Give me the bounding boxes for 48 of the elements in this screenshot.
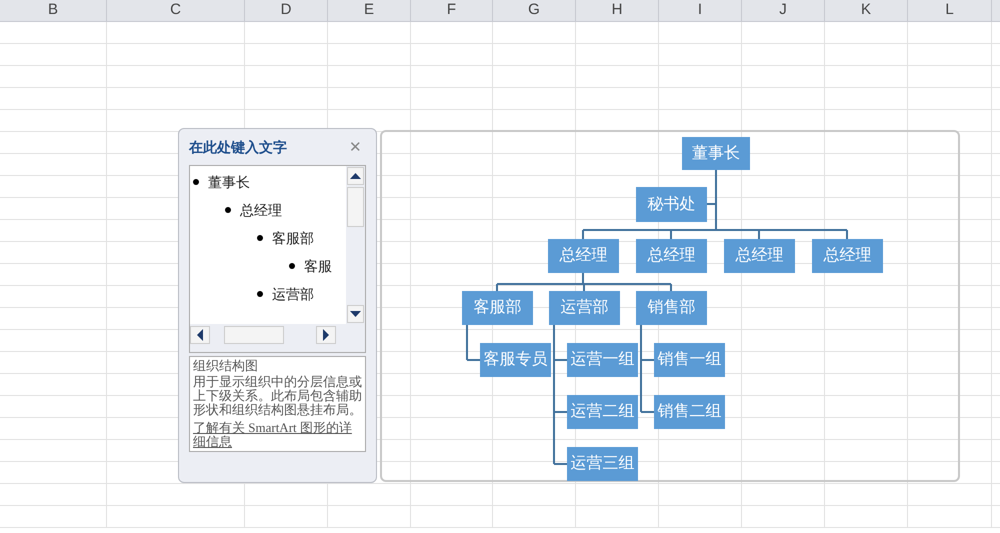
org-chart-node: 销售一组 — [654, 343, 725, 377]
horizontal-scrollbar[interactable] — [190, 324, 336, 346]
column-header[interactable]: L — [908, 0, 992, 21]
outline-item[interactable]: 客服部 — [272, 228, 314, 248]
column-header[interactable]: K — [825, 0, 908, 21]
org-chart-node: 秘书处 — [636, 187, 707, 222]
scroll-thumb[interactable] — [224, 326, 284, 344]
scroll-thumb[interactable] — [347, 187, 364, 227]
org-chart-node: 董事长 — [682, 137, 750, 170]
bullet-icon — [257, 235, 263, 241]
bullet-icon — [289, 263, 295, 269]
org-chart-node: 总经理 — [548, 239, 619, 273]
org-chart-node: 客服专员 — [480, 343, 551, 377]
org-chart-node: 运营三组 — [567, 447, 638, 481]
layout-description: 用于显示组织中的分层信息或上下级关系。此布局包含辅助形状和组织结构图悬挂布局。 — [193, 375, 362, 417]
org-chart-node: 总经理 — [724, 239, 795, 273]
org-chart-node: 运营部 — [549, 291, 620, 325]
bullet-icon — [257, 291, 263, 297]
vertical-scrollbar[interactable] — [346, 166, 365, 324]
column-header[interactable]: C — [107, 0, 245, 21]
bullet-icon — [225, 207, 231, 213]
column-header[interactable]: J — [742, 0, 825, 21]
outline-item[interactable]: 运营部 — [272, 284, 314, 304]
column-header[interactable]: I — [659, 0, 742, 21]
pane-title: 在此处键入文字 — [189, 138, 287, 156]
learn-more-link[interactable]: 了解有关 SmartArt 图形的详细信息 — [193, 421, 362, 449]
column-header[interactable]: G — [493, 0, 576, 21]
column-header[interactable]: D — [245, 0, 328, 21]
column-header[interactable]: E — [328, 0, 411, 21]
outline-item[interactable]: 总经理 — [240, 200, 282, 220]
outline-item[interactable]: 客服 — [304, 256, 332, 276]
org-chart-node: 销售部 — [636, 291, 707, 325]
org-chart-node: 总经理 — [812, 239, 883, 273]
scroll-left-icon[interactable] — [190, 326, 210, 344]
outline-item[interactable]: 董事长 — [208, 172, 250, 192]
org-chart-node: 运营二组 — [567, 395, 638, 429]
org-chart-node: 客服部 — [462, 291, 533, 325]
column-header[interactable]: F — [411, 0, 493, 21]
org-chart-node: 运营一组 — [567, 343, 638, 377]
bullet-icon — [193, 179, 199, 185]
scroll-right-icon[interactable] — [316, 326, 336, 344]
org-chart-node: 总经理 — [636, 239, 707, 273]
layout-name: 组织结构图 — [193, 359, 259, 373]
org-chart-node: 销售二组 — [654, 395, 725, 429]
scroll-up-icon[interactable] — [347, 167, 364, 185]
scroll-down-icon[interactable] — [347, 305, 364, 323]
column-header[interactable]: H — [576, 0, 659, 21]
column-header[interactable]: B — [0, 0, 107, 21]
